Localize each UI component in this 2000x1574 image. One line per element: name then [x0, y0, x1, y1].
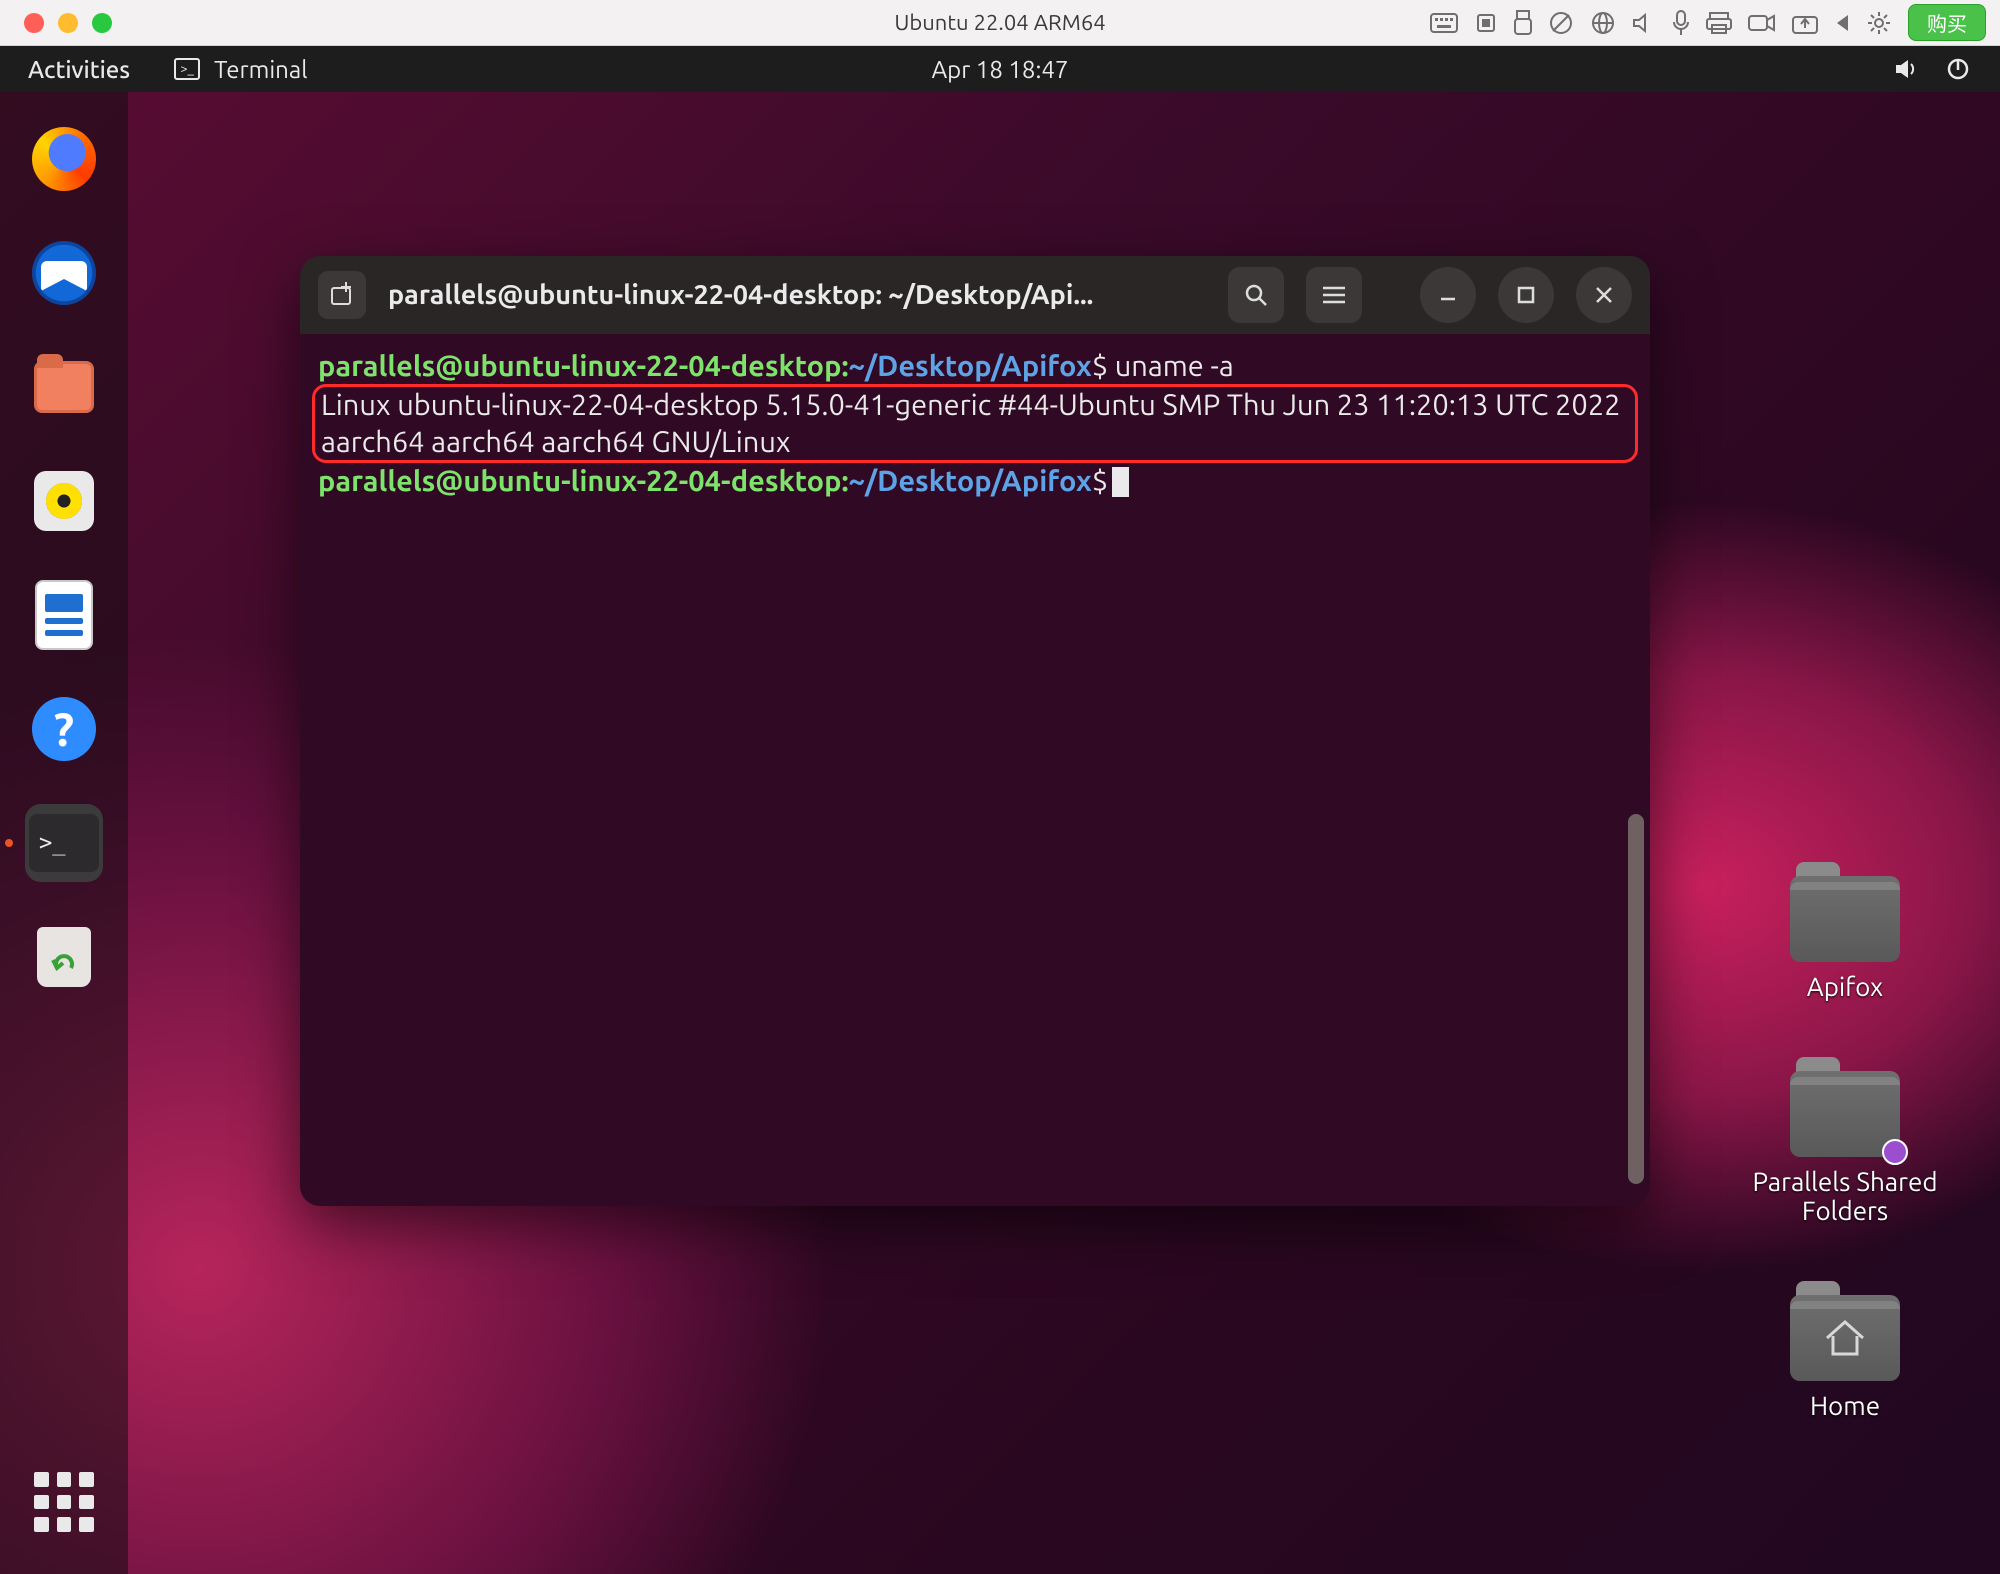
clock[interactable]: Apr 18 18:47: [932, 56, 1069, 83]
prompt-line-2: parallels@ubuntu-linux-22-04-desktop:~/D…: [318, 463, 1632, 499]
prompt-symbol: $: [1092, 350, 1108, 382]
globe-icon[interactable]: [1590, 10, 1616, 36]
dock-item-files[interactable]: [25, 348, 103, 426]
new-tab-button[interactable]: [318, 271, 366, 319]
dock-item-help[interactable]: ?: [25, 690, 103, 768]
command-text: uname -a: [1115, 350, 1234, 382]
printer-icon[interactable]: [1706, 12, 1732, 34]
hamburger-icon: [1322, 285, 1346, 305]
terminal-window: parallels@ubuntu-linux-22-04-desktop: ~/…: [300, 256, 1650, 1206]
scrollbar-thumb[interactable]: [1628, 814, 1644, 1184]
zoom-window-icon[interactable]: [92, 13, 112, 33]
dock: ? >_: [0, 92, 128, 1574]
cpu-icon[interactable]: [1474, 11, 1498, 35]
terminal-app-icon: >_: [29, 814, 99, 872]
system-tray[interactable]: [1894, 57, 2000, 81]
prompt-line-1: parallels@ubuntu-linux-22-04-desktop:~/D…: [318, 348, 1632, 384]
dock-item-writer[interactable]: [25, 576, 103, 654]
link-badge-icon: [1882, 1139, 1908, 1165]
close-window-icon[interactable]: [24, 13, 44, 33]
desktop-icon-label: Home: [1810, 1391, 1880, 1420]
dock-item-terminal[interactable]: >_: [25, 804, 103, 882]
rhythmbox-icon: [34, 471, 94, 531]
dock-item-thunderbird[interactable]: [25, 234, 103, 312]
sound-icon[interactable]: [1632, 12, 1656, 34]
microphone-icon[interactable]: [1672, 10, 1690, 36]
libreoffice-writer-icon: [35, 580, 93, 650]
help-icon: ?: [32, 697, 96, 761]
terminal-body[interactable]: parallels@ubuntu-linux-22-04-desktop:~/D…: [300, 334, 1650, 1206]
ubuntu-desktop: Activities Terminal Apr 18 18:47 ? >_: [0, 46, 2000, 1574]
new-tab-icon: [329, 282, 355, 308]
cursor: [1112, 467, 1129, 497]
close-button[interactable]: [1576, 267, 1632, 323]
desktop-icon-label: Parallels Shared Folders: [1730, 1167, 1960, 1225]
desktop-icon-home[interactable]: Home: [1790, 1295, 1900, 1420]
show-applications-button[interactable]: [34, 1472, 94, 1532]
usb-icon[interactable]: [1514, 10, 1532, 36]
power-icon: [1946, 57, 1970, 81]
maximize-button[interactable]: [1498, 267, 1554, 323]
volume-icon: [1894, 57, 1920, 81]
prompt-user: parallels@ubuntu-linux-22-04-desktop: [318, 350, 842, 382]
dock-item-firefox[interactable]: [25, 120, 103, 198]
desktop-icons: Apifox Parallels Shared Folders Home: [1730, 876, 1960, 1420]
close-icon: [1594, 285, 1614, 305]
maximize-icon: [1516, 285, 1536, 305]
search-icon: [1243, 282, 1269, 308]
parallels-host-window: Ubuntu 22.04 ARM64 购买 Activities Termina…: [0, 0, 2000, 1574]
back-arrow-icon[interactable]: [1834, 13, 1850, 33]
hamburger-button[interactable]: [1306, 267, 1362, 323]
minimize-button[interactable]: [1420, 267, 1476, 323]
command-output: Linux ubuntu-linux-22-04-desktop 5.15.0-…: [312, 384, 1638, 463]
terminal-title: parallels@ubuntu-linux-22-04-desktop: ~/…: [388, 280, 1206, 310]
gear-icon[interactable]: [1866, 10, 1892, 36]
trash-icon: [37, 927, 91, 987]
network-disabled-icon[interactable]: [1548, 10, 1574, 36]
minimize-icon: [1438, 285, 1458, 305]
dock-item-rhythmbox[interactable]: [25, 462, 103, 540]
host-title: Ubuntu 22.04 ARM64: [894, 10, 1105, 35]
home-icon: [1823, 1318, 1867, 1358]
prompt-sep: :: [842, 350, 849, 382]
desktop-icon-label: Apifox: [1807, 972, 1883, 1001]
host-titlebar: Ubuntu 22.04 ARM64 购买: [0, 0, 2000, 46]
host-toolbar: 购买: [1430, 4, 2000, 41]
terminal-titlebar[interactable]: parallels@ubuntu-linux-22-04-desktop: ~/…: [300, 256, 1650, 334]
window-controls: [0, 13, 112, 33]
activities-button[interactable]: Activities: [0, 56, 158, 83]
gnome-top-bar: Activities Terminal Apr 18 18:47: [0, 46, 2000, 92]
search-button[interactable]: [1228, 267, 1284, 323]
dock-item-trash[interactable]: [25, 918, 103, 996]
thunderbird-icon: [32, 241, 96, 305]
firefox-icon: [32, 127, 96, 191]
keyboard-icon[interactable]: [1430, 13, 1458, 33]
share-icon[interactable]: [1792, 12, 1818, 34]
desktop-icon-apifox[interactable]: Apifox: [1790, 876, 1900, 1001]
camera-icon[interactable]: [1748, 13, 1776, 33]
current-app-indicator[interactable]: Terminal: [158, 56, 307, 83]
files-icon: [34, 361, 94, 413]
minimize-window-icon[interactable]: [58, 13, 78, 33]
prompt-path: ~/Desktop/Apifox: [849, 350, 1092, 382]
desktop-icon-parallels-shared[interactable]: Parallels Shared Folders: [1730, 1071, 1960, 1225]
terminal-icon: [174, 58, 200, 80]
buy-button[interactable]: 购买: [1908, 4, 1986, 41]
current-app-label: Terminal: [214, 56, 307, 83]
